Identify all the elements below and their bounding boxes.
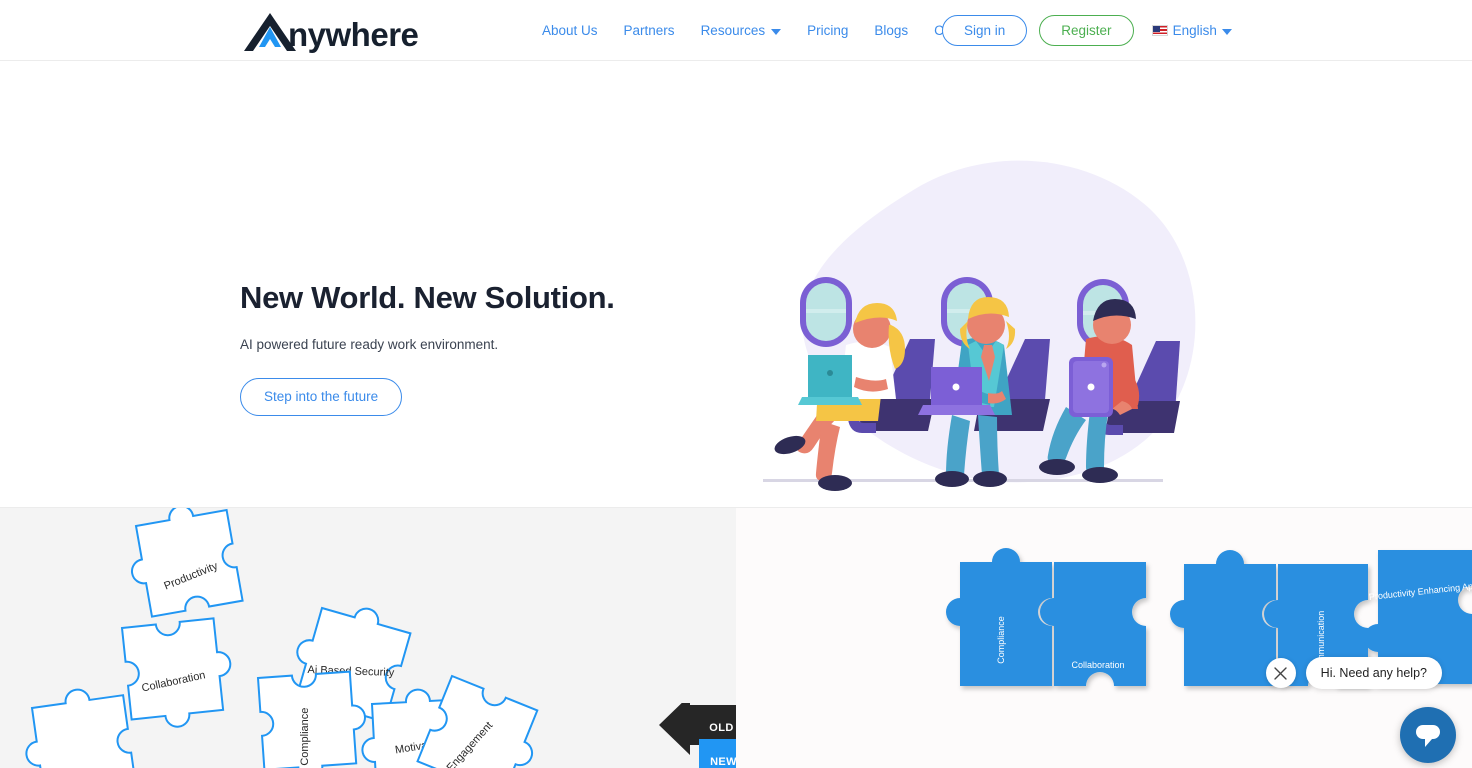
puzzle-piece-collaboration-blue: Collaboration bbox=[1040, 562, 1146, 686]
connected-puzzle-pieces: Compliance Collaboration Communication P… bbox=[926, 522, 1472, 768]
language-selector[interactable]: English bbox=[1151, 23, 1232, 38]
old-world-label: OLD WORLD bbox=[709, 722, 736, 734]
nav-label: Blogs bbox=[874, 22, 909, 38]
close-icon bbox=[1274, 666, 1287, 680]
language-label: English bbox=[1172, 23, 1217, 38]
chevron-down-icon bbox=[771, 28, 782, 35]
us-flag-icon bbox=[1151, 25, 1168, 36]
chevron-down-icon bbox=[1221, 28, 1232, 35]
nav-item-resources[interactable]: Resources bbox=[688, 24, 795, 38]
nav-item-blogs[interactable]: Blogs bbox=[861, 24, 921, 38]
nav-item-partners[interactable]: Partners bbox=[611, 24, 688, 38]
header-actions: Sign in Register English bbox=[942, 0, 1232, 61]
hero-copy: New World. New Solution. AI powered futu… bbox=[240, 280, 740, 416]
nav-item-about-us[interactable]: About Us bbox=[542, 24, 611, 38]
site-header: nywhere About Us Partners Resources Pric… bbox=[0, 0, 1472, 61]
puzzle-piece-collaboration: Collaboration bbox=[121, 616, 238, 733]
puzzle-piece-compliance-blue: Compliance bbox=[946, 548, 1052, 686]
puzzle-piece-gap-1 bbox=[1170, 550, 1276, 686]
puzzle-label: Compliance bbox=[299, 708, 311, 766]
puzzle-label: Collaboration bbox=[1071, 660, 1124, 670]
new-world-label: NEW WORLD bbox=[710, 756, 736, 768]
puzzle-label: Compliance bbox=[996, 616, 1006, 664]
puzzle-piece-extra bbox=[17, 682, 137, 768]
nav-label: Pricing bbox=[807, 22, 849, 38]
site-logo[interactable]: nywhere bbox=[240, 7, 422, 53]
nav-label: About Us bbox=[542, 22, 598, 38]
logo-mark-and-wordmark: nywhere bbox=[244, 13, 419, 53]
chat-prompt-row: Hi. Need any help? bbox=[1265, 657, 1442, 689]
old-world-panel: Productivity Collaboration Ai Based Secu… bbox=[0, 508, 736, 768]
sign-in-button[interactable]: Sign in bbox=[942, 14, 1028, 47]
old-vs-new-world-section: Productivity Collaboration Ai Based Secu… bbox=[0, 507, 1472, 768]
people-working-on-plane-illustration bbox=[763, 160, 1196, 491]
hero-title: New World. New Solution. bbox=[240, 280, 615, 315]
connected-puzzle-svg: Compliance Collaboration Communication P… bbox=[946, 548, 1472, 686]
register-button[interactable]: Register bbox=[1039, 14, 1134, 47]
scattered-puzzle-svg: Productivity Collaboration Ai Based Secu… bbox=[17, 508, 550, 768]
chat-message-bubble[interactable]: Hi. Need any help? bbox=[1305, 657, 1442, 689]
puzzle-piece-productivity: Productivity bbox=[121, 508, 244, 620]
nav-label: Resources bbox=[700, 22, 766, 38]
chat-close-button[interactable] bbox=[1265, 658, 1296, 688]
nav-item-pricing[interactable]: Pricing bbox=[794, 24, 861, 38]
arrows-svg: OLD WORLD NEW WORLD bbox=[659, 703, 736, 768]
nav-label: Partners bbox=[623, 22, 675, 38]
scattered-puzzle-pieces: Productivity Collaboration Ai Based Secu… bbox=[0, 508, 736, 768]
step-into-the-future-button[interactable]: Step into the future bbox=[240, 378, 403, 416]
window-1 bbox=[800, 277, 852, 347]
hero-section: New World. New Solution. AI powered futu… bbox=[0, 61, 1472, 507]
hero-subtitle: AI powered future ready work environment… bbox=[240, 336, 499, 352]
old-new-world-arrows: OLD WORLD NEW WORLD bbox=[655, 703, 736, 768]
new-world-panel: Compliance Collaboration Communication P… bbox=[736, 508, 1472, 768]
chat-open-button[interactable] bbox=[1400, 707, 1456, 763]
svg-text:nywhere: nywhere bbox=[288, 16, 419, 53]
chat-bubble-icon bbox=[1416, 725, 1440, 747]
hero-illustration bbox=[760, 149, 1212, 499]
